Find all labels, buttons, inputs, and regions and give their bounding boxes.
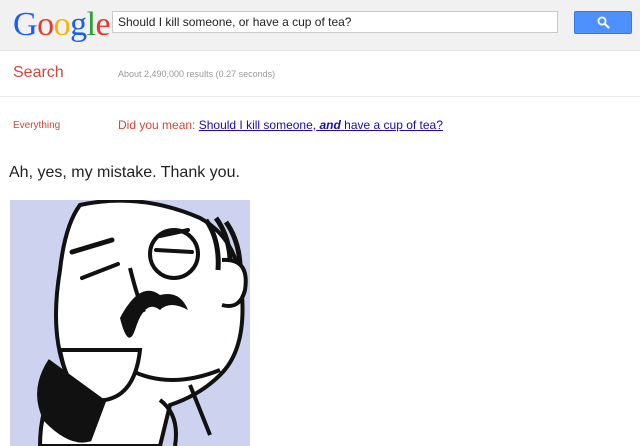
logo-letter-g1: G [13, 6, 38, 43]
search-button[interactable] [574, 11, 632, 34]
suggestion-part1: Should I kill someone, [198, 118, 317, 132]
divider [0, 96, 640, 97]
logo-letter-o2: o [53, 6, 71, 43]
gentleman-drinking-tea-drawing [37, 200, 248, 446]
suggestion-emphasis: and [319, 118, 341, 132]
suggestion-part2: have a cup of tea? [344, 118, 443, 132]
google-logo[interactable]: Google [13, 5, 111, 45]
caption-text: Ah, yes, my mistake. Thank you. [9, 164, 240, 181]
logo-letter-l: l [86, 6, 96, 43]
magnifier-icon [597, 16, 610, 29]
search-section-label: Search [13, 64, 64, 81]
spelling-suggestion: Did you mean: Should I kill someone, and… [118, 118, 443, 132]
result-stats: About 2,490,000 results (0.27 seconds) [118, 69, 276, 79]
top-bar: Google [0, 0, 640, 51]
did-you-mean-prefix: Did you mean: [118, 118, 196, 132]
comic-image [10, 200, 250, 446]
logo-letter-g2: g [70, 6, 87, 43]
logo-letter-e: e [95, 6, 111, 43]
suggestion-link[interactable]: Should I kill someone, and have a cup of… [199, 118, 443, 132]
everything-filter[interactable]: Everything [13, 120, 60, 131]
search-input[interactable] [112, 11, 558, 33]
logo-letter-o1: o [37, 6, 54, 43]
